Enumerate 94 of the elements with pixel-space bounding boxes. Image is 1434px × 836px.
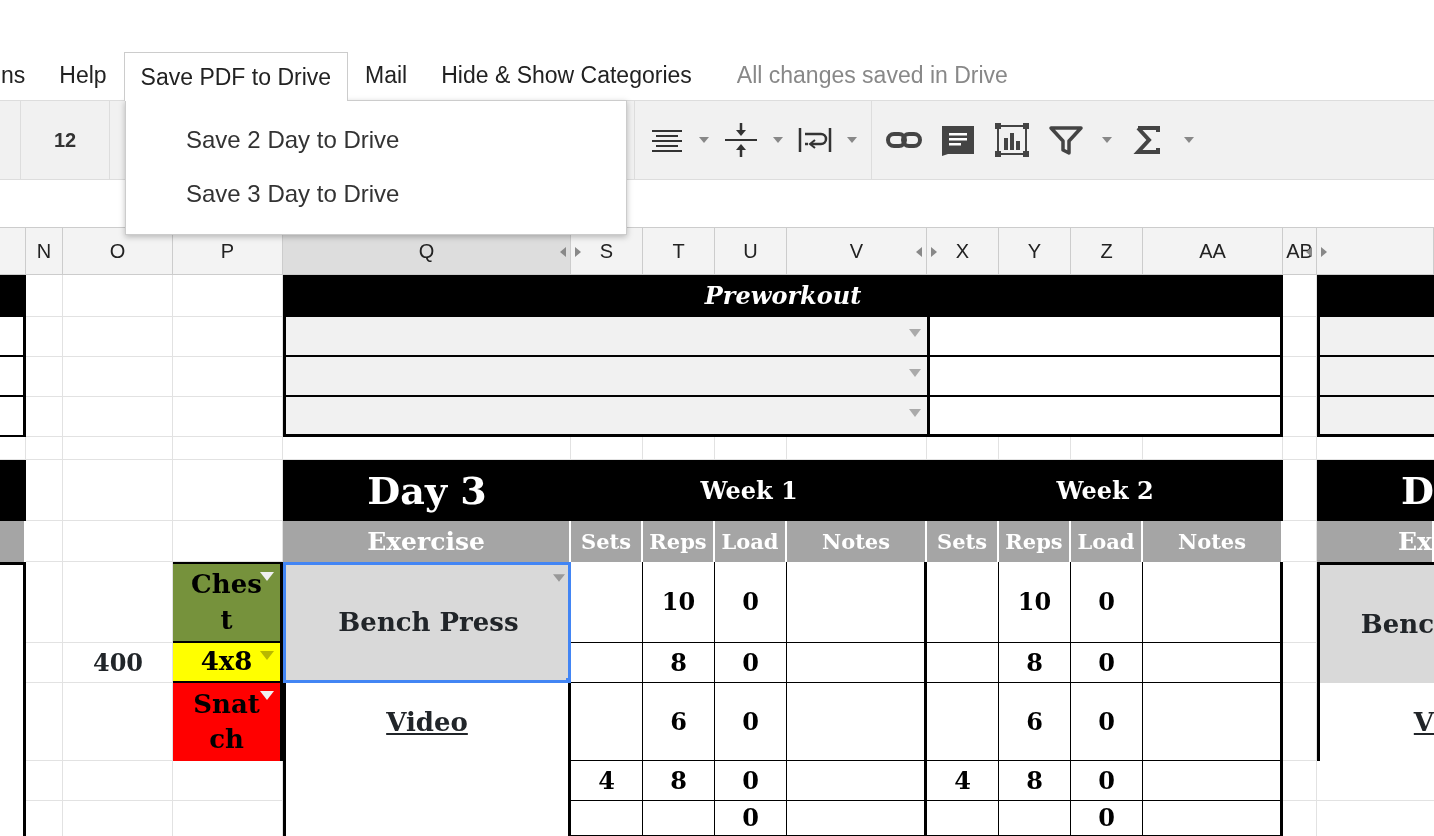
dropdown-cell[interactable] <box>1317 317 1434 357</box>
table-cell: 8 <box>999 643 1071 683</box>
day-title: D <box>1317 460 1434 521</box>
table-cell <box>0 397 26 437</box>
video-link[interactable]: V <box>1317 683 1434 761</box>
table-cell: 6 <box>643 683 715 761</box>
column-header[interactable]: Y <box>999 228 1071 274</box>
menu-item[interactable]: Mail <box>348 50 425 100</box>
menu-item[interactable]: Save PDF to Drive <box>123 52 349 101</box>
table-cell: 4 <box>927 761 999 801</box>
table-cell <box>571 643 643 683</box>
dropdown-cell[interactable] <box>283 397 927 437</box>
header-bar <box>0 275 26 317</box>
section-title: Preworkout <box>283 275 1283 317</box>
right-arrow-icon[interactable] <box>931 245 939 259</box>
column-header: Sets <box>927 521 999 562</box>
day-title: Day 3 <box>283 460 571 521</box>
category-tag[interactable]: 4x8 <box>173 643 283 683</box>
table-cell: 4 <box>571 761 643 801</box>
column-header[interactable]: T <box>643 228 715 274</box>
table-cell: 6 <box>999 683 1071 761</box>
table-cell: 8 <box>999 761 1071 801</box>
caret-icon[interactable] <box>773 137 783 143</box>
column-header: Notes <box>1143 521 1283 562</box>
table-cell <box>927 801 999 836</box>
table-cell: 8 <box>643 643 715 683</box>
column-header[interactable]: X <box>927 228 999 274</box>
column-header[interactable]: Z <box>1071 228 1143 274</box>
column-header: Reps <box>999 521 1071 562</box>
table-cell <box>0 357 26 397</box>
column-header[interactable]: V <box>787 228 927 274</box>
table-cell: 0 <box>1071 643 1143 683</box>
category-tag[interactable]: Chest <box>173 562 283 643</box>
table-cell: 0 <box>715 683 787 761</box>
table-cell: 0 <box>1071 562 1143 643</box>
table-cell: 0 <box>715 761 787 801</box>
table-cell: 0 <box>1071 801 1143 836</box>
column-header <box>0 521 26 562</box>
caret-icon[interactable] <box>1102 137 1112 143</box>
table-cell: 0 <box>1071 683 1143 761</box>
table-cell: 8 <box>643 761 715 801</box>
right-arrow-icon[interactable] <box>575 245 583 259</box>
column-header: Notes <box>787 521 927 562</box>
table-cell <box>999 801 1071 836</box>
table-cell <box>927 643 999 683</box>
table-cell: 0 <box>1071 761 1143 801</box>
exercise-cell[interactable]: Bench Press <box>283 562 571 683</box>
menu-item[interactable]: Hide & Show Categories <box>424 50 709 100</box>
caret-icon[interactable] <box>699 137 709 143</box>
dropdown-arrow-icon[interactable] <box>260 691 274 700</box>
weight-value: 400 <box>91 647 145 679</box>
text-cell[interactable] <box>927 357 1283 397</box>
text-cell[interactable] <box>927 317 1283 357</box>
right-arrow-icon[interactable] <box>1321 245 1329 259</box>
menu-item[interactable]: Save 3 Day to Drive <box>126 167 626 221</box>
left-arrow-icon[interactable] <box>1304 245 1312 259</box>
category-tag[interactable]: Snatch <box>173 683 283 761</box>
table-cell: 0 <box>715 801 787 836</box>
column-header: Load <box>715 521 787 562</box>
table-cell <box>643 801 715 836</box>
table-cell <box>571 801 643 836</box>
column-header: Sets <box>571 521 643 562</box>
table-cell <box>0 317 26 357</box>
table-cell: 0 <box>715 643 787 683</box>
header-bar <box>0 460 26 521</box>
column-header: Load <box>1071 521 1143 562</box>
vertical-align-icon[interactable] <box>723 122 759 158</box>
table-cell: 0 <box>715 562 787 643</box>
chart-icon[interactable] <box>994 122 1030 158</box>
column-header[interactable]: U <box>715 228 787 274</box>
column-header: Exercise <box>283 521 571 562</box>
text-cell[interactable] <box>927 397 1283 437</box>
week-title: Week 2 <box>927 460 1283 521</box>
font-size-field[interactable]: 12 <box>20 101 110 179</box>
menu-item[interactable]: Save 2 Day to Drive <box>126 113 626 167</box>
menu-item[interactable]: ns <box>0 50 43 100</box>
caret-icon[interactable] <box>1184 137 1194 143</box>
week-title: Week 1 <box>571 460 927 521</box>
table-cell: 10 <box>643 562 715 643</box>
column-header: Reps <box>643 521 715 562</box>
video-link[interactable]: Video <box>283 683 571 761</box>
save-status: All changes saved in Drive <box>735 60 1008 90</box>
dropdown-cell[interactable] <box>1317 357 1434 397</box>
column-header: Ex <box>1317 521 1434 562</box>
dropdown-cell[interactable] <box>283 357 927 397</box>
exercise-cell[interactable]: Benc <box>1317 562 1434 683</box>
dropdown-cell[interactable] <box>283 317 927 357</box>
dropdown-arrow-icon[interactable] <box>260 572 274 581</box>
column-header[interactable]: AA <box>1143 228 1283 274</box>
caret-icon[interactable] <box>847 137 857 143</box>
table-cell: 10 <box>999 562 1071 643</box>
column-header[interactable]: N <box>26 228 63 274</box>
dropdown-cell[interactable] <box>1317 397 1434 437</box>
menu-item[interactable]: Help <box>42 50 124 100</box>
